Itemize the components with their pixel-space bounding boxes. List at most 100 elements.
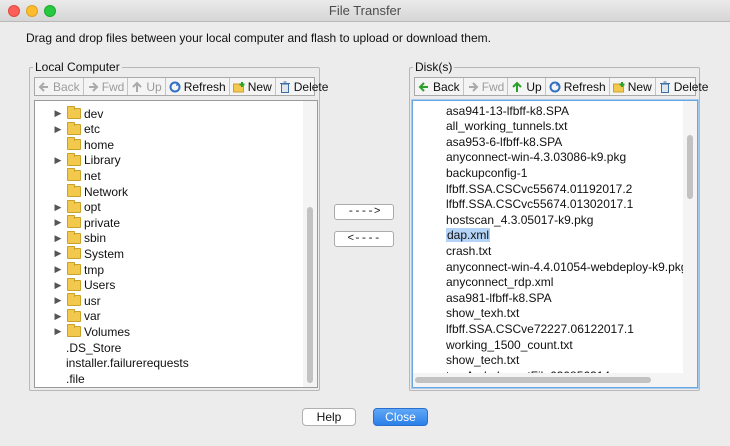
folder-item[interactable]: ▶ etc [53, 121, 101, 137]
item-label: hostscan_4.3.05017-k9.pkg [446, 212, 594, 227]
folder-item[interactable]: ▶ private [53, 215, 120, 230]
folder-item[interactable]: ▶ System [53, 246, 124, 261]
disk-file-item[interactable]: backupconfig-1 [446, 165, 527, 180]
expand-arrow-icon[interactable]: ▶ [53, 155, 63, 166]
disk-horizontal-scrollbar[interactable] [413, 373, 697, 387]
folder-icon [67, 324, 81, 338]
expand-arrow-icon[interactable]: ▶ [53, 233, 63, 244]
disk-fwd-button[interactable]: Fwd [464, 78, 509, 95]
expand-arrow-icon[interactable]: ▶ [53, 311, 63, 322]
folder-icon [67, 262, 81, 275]
disk-file-list[interactable]: asa941-13-lfbff-k8.SPA all_working_tunnel… [412, 100, 698, 388]
disk-vertical-scrollbar-thumb[interactable] [687, 135, 693, 199]
disk-file-item[interactable]: asa953-6-lfbff-k8.SPA [446, 134, 562, 149]
disk-refresh-button[interactable]: Refresh [546, 78, 610, 95]
back-arrow-icon [38, 81, 50, 93]
local-new-label: New [247, 79, 272, 94]
disk-up-button[interactable]: Up [508, 78, 546, 95]
disk-new-button[interactable]: New [610, 78, 656, 95]
item-label: var [84, 309, 101, 324]
folder-item[interactable]: ▶ Users [53, 277, 115, 293]
local-scrollbar-thumb[interactable] [307, 207, 313, 383]
disk-file-item[interactable]: all_working_tunnels.txt [446, 119, 567, 134]
disk-file-item[interactable]: show_texh.txt [446, 306, 519, 321]
folder-item[interactable]: ▶ Volumes [53, 324, 130, 339]
disk-file-item[interactable]: anyconnect-win-4.3.03086-k9.pkg [446, 150, 626, 165]
disk-file-item[interactable]: dap.xml [446, 228, 491, 243]
expand-arrow-icon[interactable]: ▶ [53, 295, 63, 306]
folder-icon [67, 199, 81, 213]
local-up-button[interactable]: Up [128, 78, 166, 95]
disk-file-item[interactable]: anyconnect-win-4.4.01054-webdeploy-k9.pk… [446, 259, 687, 274]
folder-item[interactable]: Network [53, 184, 128, 199]
disk-delete-button[interactable]: Delete [656, 78, 712, 95]
folder-icon [67, 184, 81, 197]
local-delete-button[interactable]: Delete [276, 78, 332, 95]
folder-item[interactable]: ▶ Library [53, 152, 121, 168]
upload-arrow-button[interactable]: ----> [334, 204, 394, 220]
folder-item[interactable]: ▶ var [53, 308, 101, 324]
disk-file-item[interactable]: hostscan_4.3.05017-k9.pkg [446, 212, 593, 227]
item-label: Network [84, 184, 129, 199]
file-item[interactable]: .DS_Store [66, 340, 121, 355]
file-item[interactable]: .file [66, 371, 85, 386]
folder-item[interactable]: ▶ opt [53, 199, 101, 215]
folder-item[interactable]: ▶ dev [53, 106, 103, 121]
disk-horizontal-scrollbar-thumb[interactable] [415, 377, 651, 383]
file-item[interactable]: installer.failurerequests [66, 356, 189, 371]
disk-file-item[interactable]: crash.txt [446, 243, 491, 258]
disk-back-button[interactable]: Back [415, 78, 464, 95]
folder-icon [67, 277, 81, 291]
item-label: installer.failurerequests [66, 356, 189, 371]
expand-arrow-icon[interactable]: ▶ [53, 124, 63, 135]
disk-file-item[interactable]: anyconnect_rdp.xml [446, 275, 553, 290]
item-label: Library [84, 153, 121, 168]
disk-back-label: Back [433, 79, 460, 94]
disk-toolbar: Back Fwd Up Refresh New Delete [414, 77, 708, 96]
expand-arrow-icon[interactable]: ▶ [53, 326, 63, 337]
local-back-button[interactable]: Back [35, 78, 84, 95]
folder-icon [67, 121, 81, 135]
item-label: crash.txt [446, 243, 492, 258]
disk-file-item[interactable]: show_tech.txt [446, 353, 519, 368]
folder-item[interactable]: ▶ sbin [53, 230, 106, 246]
item-label: lfbff.SSA.CSCve72227.06122017.1 [446, 321, 634, 336]
disk-file-item[interactable]: lfbff.SSA.CSCvc55674.01302017.1 [446, 197, 633, 212]
expand-arrow-icon[interactable]: ▶ [53, 202, 63, 213]
help-button[interactable]: Help [302, 408, 356, 426]
download-arrow-button[interactable]: <---- [334, 231, 394, 247]
back-arrow-icon [418, 81, 430, 93]
item-label: anyconnect-win-4.4.01054-webdeploy-k9.pk… [446, 259, 688, 274]
disk-file-item[interactable]: lfbff.SSA.CSCve72227.06122017.1 [446, 321, 634, 336]
local-back-label: Back [53, 79, 80, 94]
expand-arrow-icon[interactable]: ▶ [53, 217, 63, 228]
folder-icon [67, 308, 81, 322]
local-scrollbar[interactable] [303, 101, 317, 387]
disk-file-item[interactable]: lfbff.SSA.CSCvc55674.01192017.2 [446, 181, 632, 196]
close-button[interactable]: Close [373, 408, 428, 426]
folder-item[interactable]: ▶ tmp [53, 262, 104, 277]
item-label: home [84, 137, 115, 152]
title-bar: File Transfer [0, 0, 730, 22]
item-label: anyconnect-win-4.3.03086-k9.pkg [446, 150, 627, 165]
folder-item[interactable]: home [53, 137, 114, 152]
item-label: usr [84, 293, 101, 308]
expand-arrow-icon[interactable]: ▶ [53, 264, 63, 275]
item-label: etc [84, 122, 101, 137]
expand-arrow-icon[interactable]: ▶ [53, 248, 63, 259]
local-refresh-button[interactable]: Refresh [166, 78, 230, 95]
local-fwd-label: Fwd [101, 79, 125, 94]
expand-arrow-icon[interactable]: ▶ [53, 280, 63, 291]
disk-vertical-scrollbar[interactable] [683, 101, 697, 373]
disk-refresh-label: Refresh [563, 79, 606, 94]
disk-file-item[interactable]: working_1500_count.txt [446, 337, 573, 352]
folder-item[interactable]: net [53, 168, 101, 183]
disk-new-label: New [627, 79, 652, 94]
folder-item[interactable]: ▶ usr [53, 293, 101, 308]
local-file-list[interactable]: ▶ dev ▶ etc home ▶ Library net Network ▶ opt ▶ priva… [34, 100, 318, 388]
disk-file-item[interactable]: asa941-13-lfbff-k8.SPA [446, 103, 569, 118]
expand-arrow-icon[interactable]: ▶ [53, 108, 63, 119]
local-new-button[interactable]: New [230, 78, 276, 95]
local-fwd-button[interactable]: Fwd [84, 78, 129, 95]
disk-file-item[interactable]: asa981-lfbff-k8.SPA [446, 290, 552, 305]
